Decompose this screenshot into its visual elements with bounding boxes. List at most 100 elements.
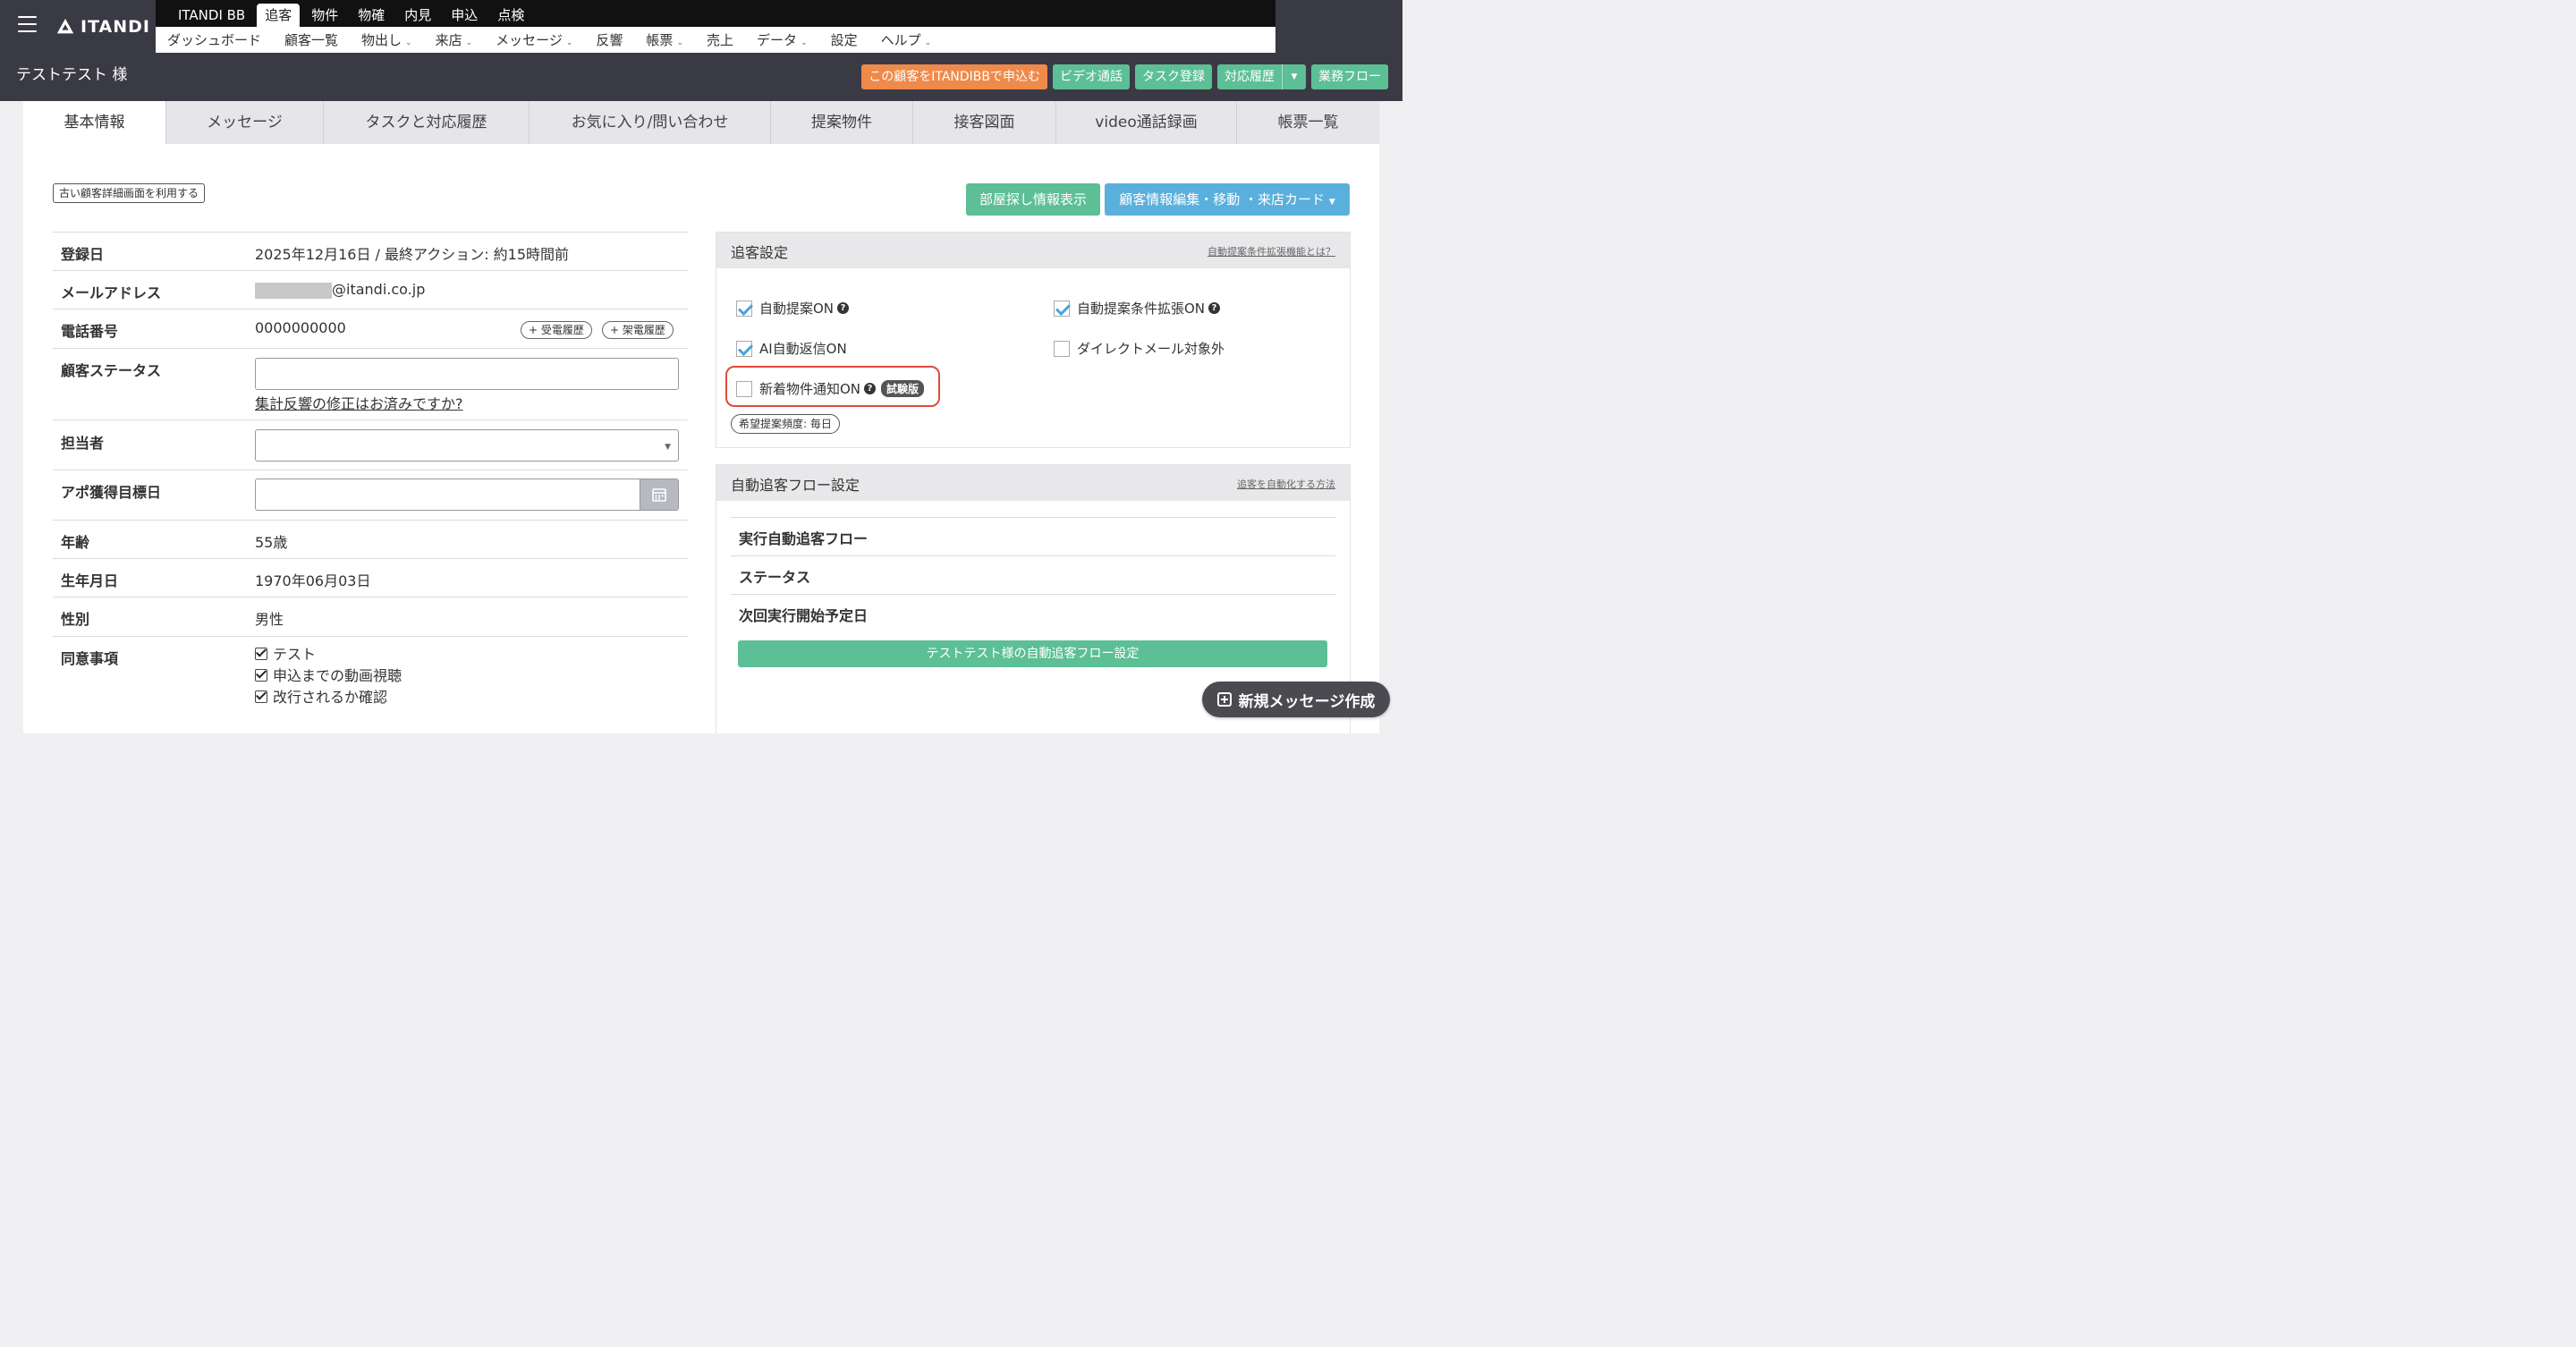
flow-row-label: ステータス — [739, 569, 811, 586]
auto-flow-help-link[interactable]: 追客を自動化する方法 — [1237, 477, 1335, 491]
main-nav-bukkaku[interactable]: 物確 — [350, 4, 393, 27]
subnav-forms[interactable]: 帳票 ⌄ — [646, 30, 683, 49]
subnav-settings[interactable]: 設定 — [831, 30, 858, 49]
task-register-button[interactable]: タスク登録 — [1135, 64, 1212, 89]
chevron-down-icon: ⌄ — [465, 38, 473, 47]
info-row-phone: 電話番号 0000000000 + 受電履歴 + 架電履歴 — [53, 309, 688, 348]
main-nav-bukken[interactable]: 物件 — [303, 4, 346, 27]
subnav-label: 反響 — [596, 32, 623, 48]
auto-flow-title: 自動追客フロー設定 — [731, 477, 860, 494]
tab-task-history[interactable]: タスクと対応履歴 — [324, 101, 530, 144]
birthday-value: 1970年06月03日 — [255, 572, 371, 589]
checkbox-unchecked-icon — [1054, 340, 1070, 357]
subnav-help[interactable]: ヘルプ ⌄ — [881, 30, 932, 49]
info-row-status: 顧客ステータス 集計反響の修正はお済みですか? — [53, 348, 688, 419]
help-icon[interactable]: ? — [864, 383, 877, 394]
history-button[interactable]: 対応履歴 — [1217, 64, 1282, 89]
flow-row-label: 次回実行開始予定日 — [739, 607, 869, 624]
registered-value: 2025年12月16日 / 最終アクション: 約15時間前 — [255, 246, 570, 263]
calendar-icon[interactable] — [640, 479, 678, 510]
consent-item: 改行されるか確認 — [255, 687, 402, 708]
subnav-listing[interactable]: 物出し ⌄ — [361, 30, 412, 49]
appointment-date-input[interactable] — [255, 479, 679, 511]
subnav-visit[interactable]: 来店 ⌄ — [436, 30, 473, 49]
consent-text: 申込までの動画視聴 — [273, 667, 402, 684]
new-message-button[interactable]: 新規メッセージ作成 — [1202, 682, 1390, 717]
main-nav-itandi-bb[interactable]: ITANDI BB — [170, 4, 253, 27]
info-row-assignee: 担当者 ▼ — [53, 419, 688, 470]
tab-basic-info[interactable]: 基本情報 — [23, 101, 166, 144]
incoming-call-history-button[interactable]: + 受電履歴 — [521, 321, 592, 339]
tab-form-list[interactable]: 帳票一覧 — [1237, 101, 1379, 144]
dm-exclude-checkbox[interactable]: ダイレクトメール対象外 — [1054, 339, 1224, 358]
appointment-label: アポ獲得目標日 — [61, 484, 162, 501]
auto-proposal-checkbox[interactable]: 自動提案ON? — [736, 299, 850, 318]
response-fix-link[interactable]: 集計反響の修正はお済みですか? — [255, 392, 463, 413]
status-label: 顧客ステータス — [61, 362, 162, 379]
ai-reply-checkbox[interactable]: AI自動返信ON — [736, 339, 847, 358]
auto-flow-settings-button[interactable]: テストテスト様の自動追客フロー設定 — [738, 640, 1327, 667]
workflow-button[interactable]: 業務フロー — [1311, 64, 1388, 89]
assignee-select[interactable]: ▼ — [255, 429, 679, 462]
itandi-logo[interactable]: ITANDI — [55, 15, 150, 38]
edit-customer-button[interactable]: 顧客情報編集・移動 ・来店カード ▼ — [1105, 183, 1350, 216]
consent-label: 同意事項 — [61, 650, 119, 667]
subnav-customer-list[interactable]: 顧客一覧 — [284, 30, 338, 49]
caret-down-icon[interactable]: ▼ — [1282, 64, 1306, 89]
auto-proposal-help-link[interactable]: 自動提案条件拡張機能とは？ — [1208, 244, 1335, 258]
gender-label: 性別 — [61, 611, 90, 628]
video-call-button[interactable]: ビデオ通話 — [1053, 64, 1130, 89]
chevron-down-icon: ⌄ — [924, 38, 932, 47]
sub-nav: ダッシュボード 顧客一覧 物出し ⌄ 来店 ⌄ メッセージ ⌄ 反響 帳票 ⌄ 売上 デ… — [156, 27, 1275, 53]
hamburger-menu-icon[interactable] — [18, 16, 37, 34]
main-nav-naiken[interactable]: 内見 — [396, 4, 439, 27]
customer-info-table: 登録日 2025年12月16日 / 最終アクション: 約15時間前 メールアドレ… — [53, 232, 688, 722]
subnav-label: ヘルプ — [880, 32, 921, 48]
main-nav-tsuikyaku[interactable]: 追客 — [257, 4, 301, 27]
old-detail-screen-button[interactable]: 古い顧客詳細画面を利用する — [53, 183, 206, 203]
new-property-notify-checkbox[interactable]: 新着物件通知ON? 試験版 — [736, 379, 925, 398]
new-property-label: 新着物件通知ON — [759, 381, 861, 397]
flow-row-next-date: 次回実行開始予定日 — [731, 594, 1335, 632]
subnav-sales[interactable]: 売上 — [707, 30, 733, 49]
subnav-response[interactable]: 反響 — [596, 30, 623, 49]
main-nav: ITANDI BB 追客 物件 物確 内見 申込 点検 — [156, 0, 1275, 27]
customer-detail-panel: 基本情報 メッセージ タスクと対応履歴 お気に入り/問い合わせ 提案物件 接客図… — [23, 101, 1379, 733]
phone-label: 電話番号 — [61, 323, 119, 340]
tab-floor-plans[interactable]: 接客図面 — [913, 101, 1056, 144]
info-row-appointment: アポ獲得目標日 — [53, 470, 688, 520]
subnav-label: データ — [757, 32, 798, 48]
top-header: ITANDI ITANDI BB 追客 物件 物確 内見 申込 点検 ダッシュボ… — [0, 0, 1402, 54]
plus-square-icon — [1216, 692, 1232, 707]
tab-video-recordings[interactable]: video通話録画 — [1056, 101, 1237, 144]
pursuit-settings-header: 追客設定 自動提案条件拡張機能とは？ — [716, 233, 1350, 268]
apply-itandibb-button[interactable]: この顧客をITANDIBBで申込む — [861, 64, 1047, 89]
auto-proposal-label: 自動提案ON — [759, 301, 835, 317]
room-search-info-button[interactable]: 部屋探し情報表示 — [966, 183, 1100, 216]
outgoing-call-history-button[interactable]: + 架電履歴 — [602, 321, 674, 339]
subnav-dashboard[interactable]: ダッシュボード — [167, 30, 261, 49]
chevron-down-icon: ⌄ — [565, 38, 573, 47]
subnav-message[interactable]: メッセージ ⌄ — [496, 30, 572, 49]
subnav-data[interactable]: データ ⌄ — [757, 30, 808, 49]
tab-message[interactable]: メッセージ — [166, 101, 324, 144]
checkbox-checked-icon — [736, 300, 752, 317]
checkbox-checked-icon — [736, 340, 752, 357]
tab-proposed-properties[interactable]: 提案物件 — [771, 101, 913, 144]
customer-title-bar: テストテスト 様 この顧客をITANDIBBで申込む ビデオ通話 タスク登録 対… — [0, 54, 1402, 101]
help-icon[interactable]: ? — [1208, 302, 1221, 314]
email-domain: @itandi.co.jp — [332, 281, 426, 298]
subnav-label: 帳票 — [646, 32, 674, 48]
customer-status-input[interactable] — [255, 358, 679, 390]
email-label: メールアドレス — [61, 284, 162, 301]
info-row-birthday: 生年月日 1970年06月03日 — [53, 558, 688, 597]
checkbox-checked-icon — [1054, 300, 1070, 317]
auto-proposal-ext-checkbox[interactable]: 自動提案条件拡張ON? — [1054, 299, 1221, 318]
tab-favorites-inquiries[interactable]: お気に入り/問い合わせ — [530, 101, 771, 144]
main-nav-tenken[interactable]: 点検 — [489, 4, 532, 27]
help-icon[interactable]: ? — [837, 302, 850, 314]
consent-item: 申込までの動画視聴 — [255, 665, 402, 687]
main-nav-moushikomi[interactable]: 申込 — [443, 4, 486, 27]
itandi-logo-icon — [56, 18, 74, 34]
pursuit-settings-title: 追客設定 — [731, 244, 789, 261]
